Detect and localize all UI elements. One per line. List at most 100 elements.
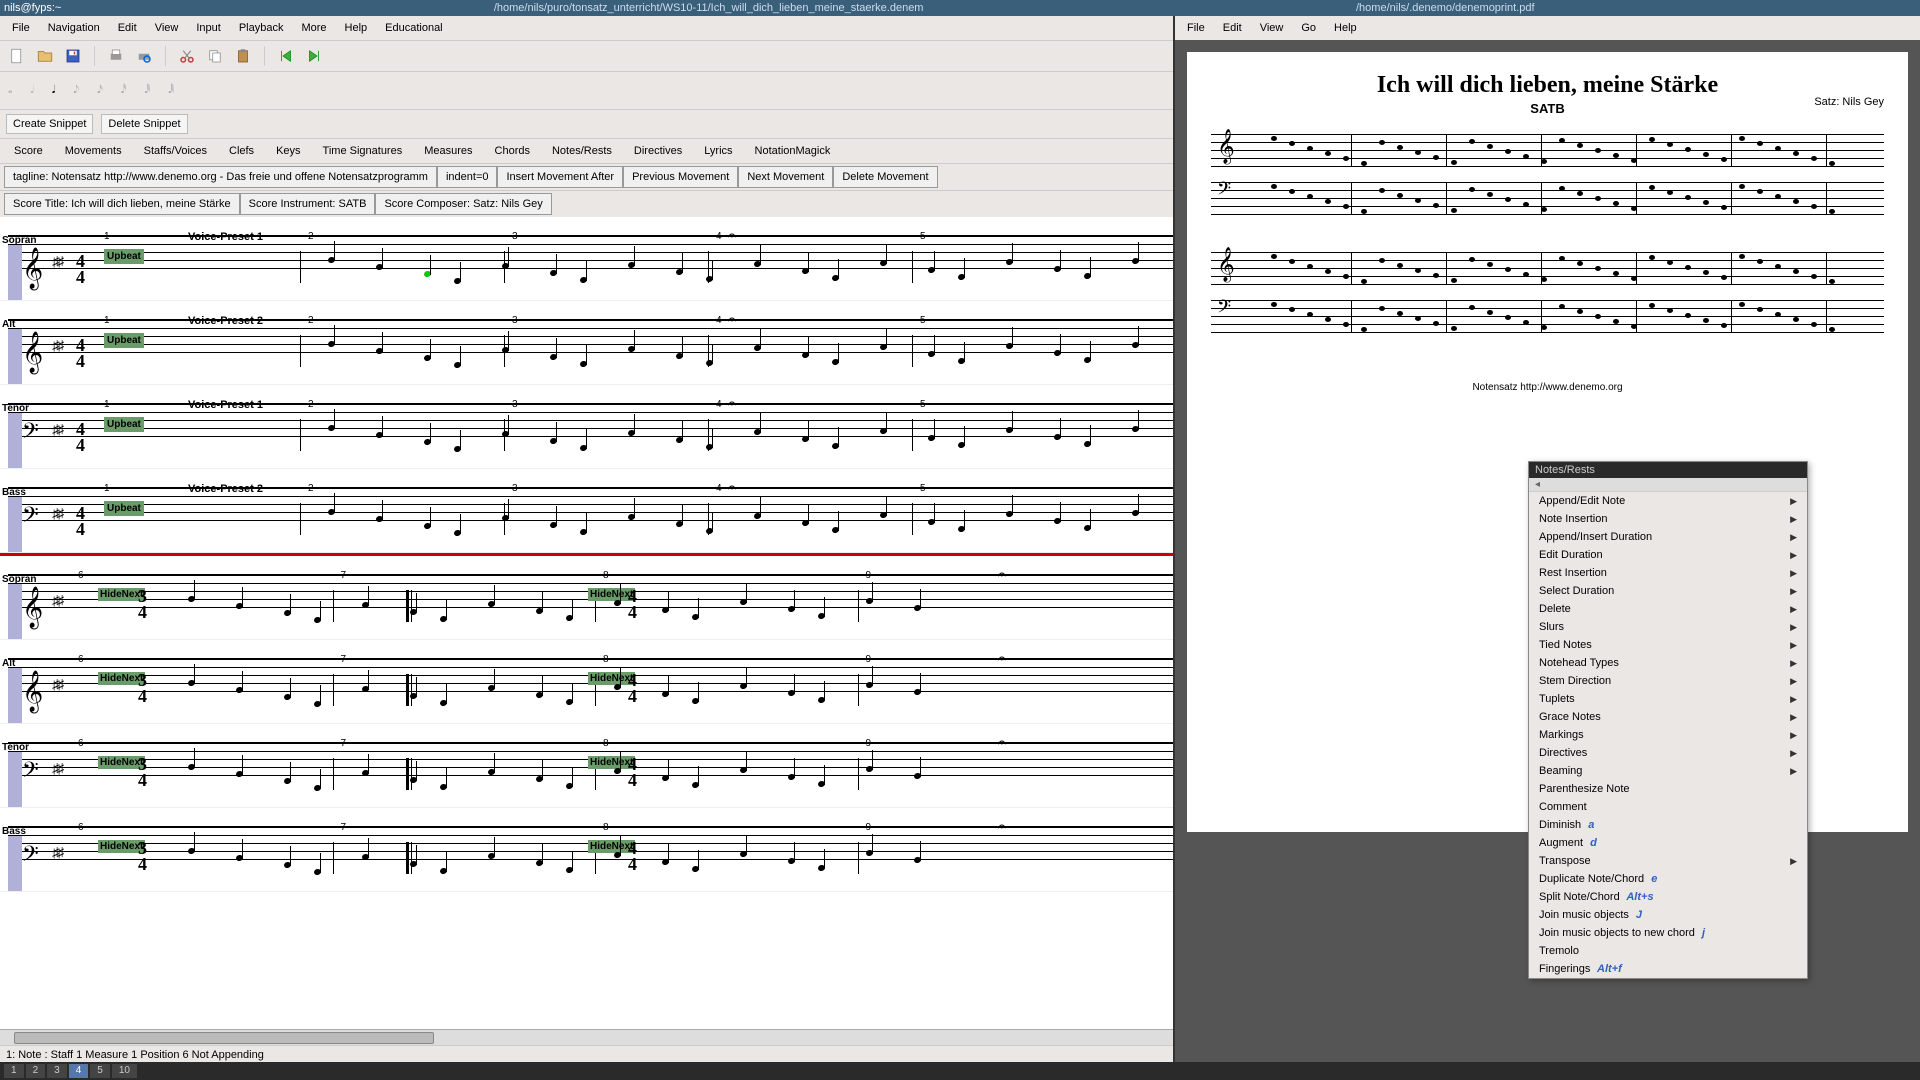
- open-file-button[interactable]: [34, 45, 56, 67]
- staff-tenor[interactable]: Tenor𝄢♯♯4 412345UpbeatVoice-Preset 1𝄐: [0, 403, 1173, 469]
- workspace-tab-4[interactable]: 4: [69, 1064, 89, 1078]
- menu-item-fingerings[interactable]: Fingerings Alt+f: [1529, 960, 1807, 978]
- menu-item-tremolo[interactable]: Tremolo: [1529, 942, 1807, 960]
- tab-measures[interactable]: Measures: [414, 141, 482, 161]
- pdf-menu-help[interactable]: Help: [1326, 18, 1365, 38]
- workspace-tab-2[interactable]: 2: [26, 1064, 46, 1078]
- workspace-tab-5[interactable]: 5: [90, 1064, 110, 1078]
- menu-item-slurs[interactable]: Slurs▶: [1529, 618, 1807, 636]
- quarter-note-icon[interactable]: 𝅘𝅥: [52, 84, 56, 97]
- menu-item-append-insert-duration[interactable]: Append/Insert Duration▶: [1529, 528, 1807, 546]
- menu-item-select-duration[interactable]: Select Duration▶: [1529, 582, 1807, 600]
- tab-score[interactable]: Score: [4, 141, 53, 161]
- score-editing-area[interactable]: Sopran𝄞♯♯4 412345UpbeatVoice-Preset 1𝄐 Al…: [0, 217, 1173, 1029]
- menu-item-augment[interactable]: Augment d: [1529, 834, 1807, 852]
- staff-bass[interactable]: Bass𝄢♯♯6789HideNextHideNext3 44 4𝄐: [0, 826, 1173, 892]
- menu-item-grace-notes[interactable]: Grace Notes▶: [1529, 708, 1807, 726]
- menu-item-diminish[interactable]: Diminish a: [1529, 816, 1807, 834]
- staff-bass[interactable]: Bass𝄢♯♯4 412345UpbeatVoice-Preset 2𝄐: [0, 487, 1173, 553]
- measure-number: 5: [920, 483, 926, 494]
- menu-item-tuplets[interactable]: Tuplets▶: [1529, 690, 1807, 708]
- menu-item-join-music-objects[interactable]: Join music objects J: [1529, 906, 1807, 924]
- indent-button[interactable]: indent=0: [437, 166, 498, 188]
- menu-file[interactable]: File: [4, 18, 38, 38]
- staff-alt[interactable]: Alt𝄞♯♯4 412345UpbeatVoice-Preset 2𝄐: [0, 319, 1173, 385]
- menu-view[interactable]: View: [147, 18, 187, 38]
- menu-input[interactable]: Input: [188, 18, 228, 38]
- menu-item-tied-notes[interactable]: Tied Notes▶: [1529, 636, 1807, 654]
- save-file-button[interactable]: [62, 45, 84, 67]
- score-instrument-button[interactable]: Score Instrument: SATB: [240, 193, 376, 215]
- staff-alt[interactable]: Alt𝄞♯♯6789HideNextHideNext3 44 4𝄐: [0, 658, 1173, 724]
- menu-educational[interactable]: Educational: [377, 18, 451, 38]
- menu-item-edit-duration[interactable]: Edit Duration▶: [1529, 546, 1807, 564]
- context-menu-back[interactable]: ◂: [1529, 478, 1807, 492]
- tab-notationmagick[interactable]: NotationMagick: [745, 141, 841, 161]
- tab-movements[interactable]: Movements: [55, 141, 132, 161]
- menu-playback[interactable]: Playback: [231, 18, 292, 38]
- print-button[interactable]: [105, 45, 127, 67]
- menu-item-join-music-objects-to-new-chord[interactable]: Join music objects to new chord j: [1529, 924, 1807, 942]
- menu-item-markings[interactable]: Markings▶: [1529, 726, 1807, 744]
- tab-lyrics[interactable]: Lyrics: [694, 141, 742, 161]
- copy-button[interactable]: [204, 45, 226, 67]
- tab-clefs[interactable]: Clefs: [219, 141, 264, 161]
- go-start-button[interactable]: [275, 45, 297, 67]
- menu-item-parenthesize-note[interactable]: Parenthesize Note: [1529, 780, 1807, 798]
- tab-directives[interactable]: Directives: [624, 141, 692, 161]
- sixtyfourth-note-icon[interactable]: 𝅘𝅥𝅱: [145, 84, 151, 97]
- next-movement-button[interactable]: Next Movement: [738, 166, 833, 188]
- whole-note-icon[interactable]: 𝅝: [8, 84, 12, 97]
- score-composer-button[interactable]: Score Composer: Satz: Nils Gey: [375, 193, 551, 215]
- menu-item-comment[interactable]: Comment: [1529, 798, 1807, 816]
- cut-button[interactable]: [176, 45, 198, 67]
- thirtysecond-note-icon[interactable]: 𝅘𝅥𝅰: [121, 84, 127, 97]
- sixteenth-note-icon[interactable]: 𝅘𝅥𝅯: [97, 84, 103, 97]
- insert-movement-after-button[interactable]: Insert Movement After: [497, 166, 623, 188]
- tab-chords[interactable]: Chords: [485, 141, 540, 161]
- pdf-menu-view[interactable]: View: [1252, 18, 1292, 38]
- create-snippet-button[interactable]: Create Snippet: [6, 114, 93, 134]
- tab-staffs-voices[interactable]: Staffs/Voices: [134, 141, 217, 161]
- tab-time-signatures[interactable]: Time Signatures: [313, 141, 413, 161]
- staff-sopran[interactable]: Sopran𝄞♯♯4 412345UpbeatVoice-Preset 1𝄐: [0, 235, 1173, 301]
- menu-item-note-insertion[interactable]: Note Insertion▶: [1529, 510, 1807, 528]
- pdf-menu-file[interactable]: File: [1179, 18, 1213, 38]
- menu-item-split-note-chord[interactable]: Split Note/Chord Alt+s: [1529, 888, 1807, 906]
- onetwentyeighth-note-icon[interactable]: 𝅘𝅥𝅲: [168, 84, 174, 97]
- tagline-button[interactable]: tagline: Notensatz http://www.denemo.org…: [4, 166, 437, 188]
- score-title-button[interactable]: Score Title: Ich will dich lieben, meine…: [4, 193, 240, 215]
- menu-more[interactable]: More: [293, 18, 334, 38]
- paste-button[interactable]: [232, 45, 254, 67]
- go-end-button[interactable]: [303, 45, 325, 67]
- menu-item-stem-direction[interactable]: Stem Direction▶: [1529, 672, 1807, 690]
- staff-sopran[interactable]: Sopran𝄞♯♯6789HideNextHideNext3 44 4𝄐: [0, 574, 1173, 640]
- delete-snippet-button[interactable]: Delete Snippet: [101, 114, 187, 134]
- menu-help[interactable]: Help: [337, 18, 376, 38]
- eighth-note-icon[interactable]: 𝅘𝅥𝅮: [73, 84, 79, 97]
- pdf-menu-go[interactable]: Go: [1293, 18, 1324, 38]
- print-preview-button[interactable]: [133, 45, 155, 67]
- pdf-menu-edit[interactable]: Edit: [1215, 18, 1250, 38]
- workspace-tab-1[interactable]: 1: [4, 1064, 24, 1078]
- menu-edit[interactable]: Edit: [110, 18, 145, 38]
- half-note-icon[interactable]: 𝅗𝅥: [30, 84, 34, 97]
- menu-item-beaming[interactable]: Beaming▶: [1529, 762, 1807, 780]
- tab-keys[interactable]: Keys: [266, 141, 310, 161]
- menu-navigation[interactable]: Navigation: [40, 18, 108, 38]
- staff-tenor[interactable]: Tenor𝄢♯♯6789HideNextHideNext3 44 4𝄐: [0, 742, 1173, 808]
- menu-item-append-edit-note[interactable]: Append/Edit Note▶: [1529, 492, 1807, 510]
- menu-item-rest-insertion[interactable]: Rest Insertion▶: [1529, 564, 1807, 582]
- menu-item-notehead-types[interactable]: Notehead Types▶: [1529, 654, 1807, 672]
- delete-movement-button[interactable]: Delete Movement: [833, 166, 937, 188]
- workspace-tab-3[interactable]: 3: [47, 1064, 67, 1078]
- horizontal-scrollbar[interactable]: [0, 1029, 1173, 1045]
- tab-notes-rests[interactable]: Notes/Rests: [542, 141, 622, 161]
- menu-item-delete[interactable]: Delete▶: [1529, 600, 1807, 618]
- new-file-button[interactable]: [6, 45, 28, 67]
- menu-item-transpose[interactable]: Transpose▶: [1529, 852, 1807, 870]
- menu-item-duplicate-note-chord[interactable]: Duplicate Note/Chord e: [1529, 870, 1807, 888]
- previous-movement-button[interactable]: Previous Movement: [623, 166, 738, 188]
- workspace-tab-10[interactable]: 10: [112, 1064, 137, 1078]
- menu-item-directives[interactable]: Directives▶: [1529, 744, 1807, 762]
